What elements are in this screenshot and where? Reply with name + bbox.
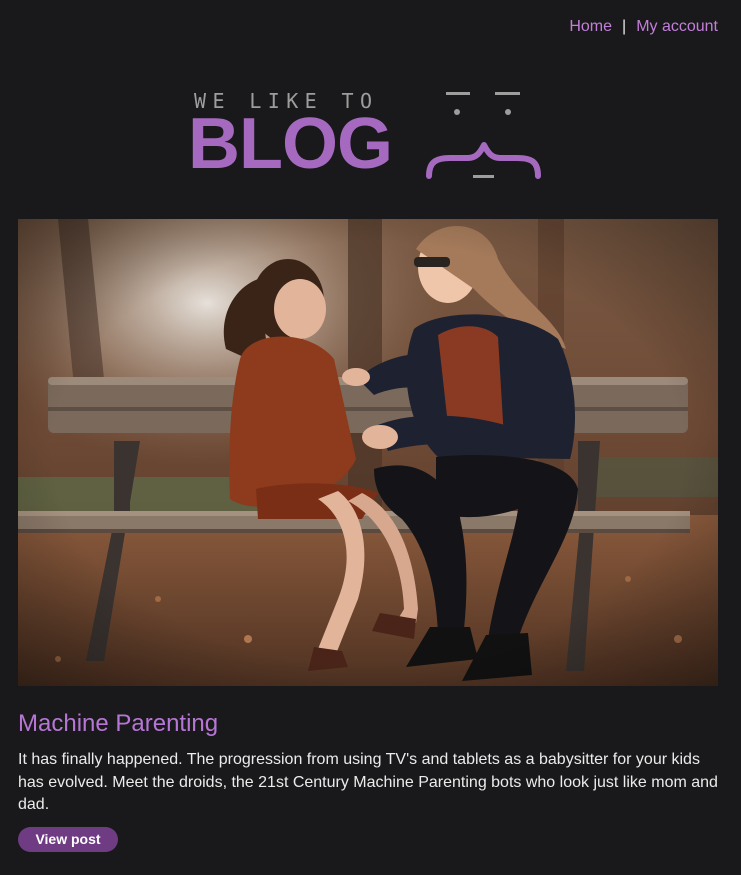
top-nav: Home | My account: [569, 18, 718, 36]
site-logo[interactable]: WE LIKE TO BLOG: [188, 88, 548, 186]
logo-wordmark: BLOG: [188, 104, 393, 184]
post-excerpt: It has finally happened. The progression…: [18, 751, 718, 813]
my-account-link[interactable]: My account: [636, 18, 718, 36]
park-bench-photo: [18, 219, 718, 686]
post-hero-image[interactable]: [18, 219, 718, 686]
nav-separator: |: [622, 18, 627, 35]
blog-page: Home | My account WE LIKE TO BLOG Machin…: [0, 0, 741, 875]
post-title[interactable]: Machine Parenting: [18, 710, 218, 738]
curly-brace-face-icon: [426, 92, 541, 179]
home-link[interactable]: Home: [569, 18, 612, 36]
view-post-button[interactable]: View post: [18, 827, 118, 852]
